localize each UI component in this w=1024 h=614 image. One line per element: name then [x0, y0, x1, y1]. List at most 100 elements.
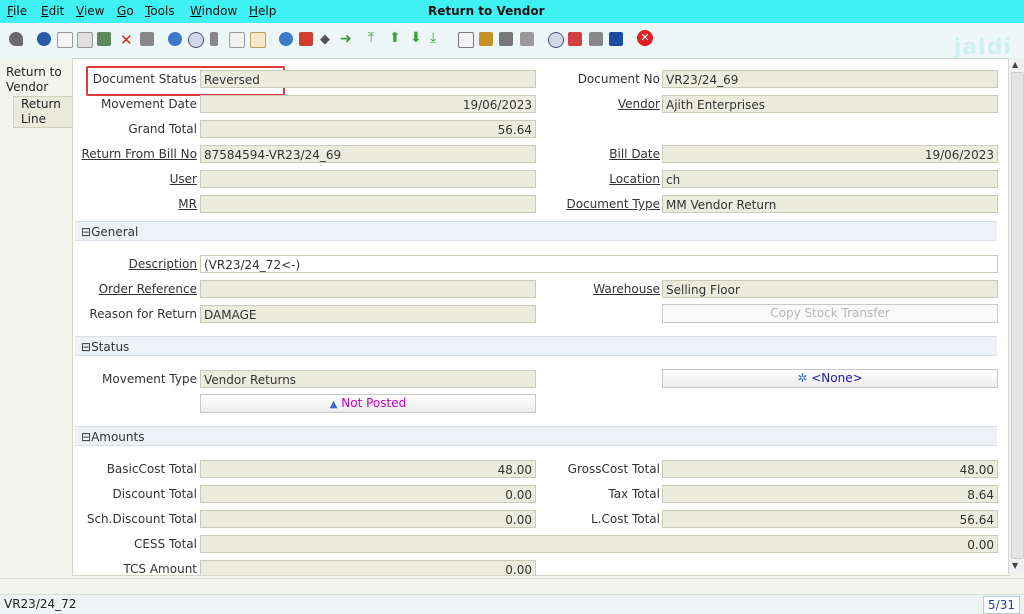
attachment-icon[interactable]: [210, 32, 218, 46]
copy-stock-transfer-button[interactable]: Copy Stock Transfer: [662, 304, 998, 323]
menu-file[interactable]: File: [7, 4, 27, 18]
basic-cost-field: 48.00: [200, 460, 536, 478]
return-from-bill-label: Return From Bill No: [81, 147, 197, 161]
scroll-down-icon[interactable]: ▼: [1012, 561, 1018, 570]
return-from-bill-field[interactable]: 87584594-VR23/24_69: [200, 145, 536, 163]
status-bar: VR23/24_72 5/31: [0, 594, 1024, 614]
movement-date-label: Movement Date: [100, 97, 197, 111]
print-preview-icon[interactable]: [499, 32, 513, 46]
status-section-title: Status: [91, 340, 130, 354]
tcs-field: 0.00: [200, 560, 536, 575]
report-icon[interactable]: [458, 32, 474, 48]
refresh-icon[interactable]: [168, 32, 182, 46]
none-button[interactable]: ✲ <None>: [662, 369, 998, 388]
tab-return-to-vendor[interactable]: Return to Vendor: [6, 65, 68, 95]
home-icon[interactable]: [299, 32, 313, 46]
window-title: Return to Vendor: [428, 4, 545, 18]
lcost-field: 56.64: [662, 510, 998, 528]
help-icon[interactable]: [37, 32, 51, 46]
tcs-label: TCS Amount: [123, 562, 197, 576]
document-no-label: Document No: [577, 72, 660, 86]
menu-help[interactable]: Help: [249, 4, 276, 18]
bill-date-label: Bill Date: [609, 147, 660, 161]
archive-icon[interactable]: [479, 32, 493, 46]
reason-label: Reason for Return: [89, 307, 197, 321]
basic-cost-label: BasicCost Total: [106, 462, 197, 476]
menu-bar: File Edit View Go Tools Window Help Retu…: [0, 0, 1024, 23]
left-tab-panel: Return to Vendor Return Line: [0, 58, 78, 578]
next-icon[interactable]: ➜: [340, 31, 352, 47]
first-record-icon[interactable]: ⤒: [368, 30, 374, 46]
sch-discount-label: Sch.Discount Total: [86, 512, 197, 526]
not-posted-label: Not Posted: [341, 396, 407, 410]
amounts-section-header[interactable]: ⊟Amounts: [75, 426, 997, 446]
document-status-label: Document Status: [92, 72, 197, 86]
document-type-field[interactable]: MM Vendor Return: [662, 195, 998, 213]
new-record-icon[interactable]: [57, 32, 73, 48]
order-reference-field[interactable]: [200, 280, 536, 298]
menu-tools[interactable]: Tools: [145, 4, 175, 18]
translate-icon[interactable]: [609, 32, 623, 46]
warehouse-field[interactable]: Selling Floor: [662, 280, 998, 298]
location-field[interactable]: ch: [662, 170, 998, 188]
description-label: Description: [128, 257, 197, 271]
save-disk-icon[interactable]: [140, 32, 154, 46]
document-status-field: Reversed: [200, 70, 536, 88]
workflow-icon[interactable]: [568, 32, 582, 46]
vendor-label: Vendor: [617, 97, 660, 111]
menu-go[interactable]: Go: [117, 4, 134, 18]
previous-record-icon[interactable]: ⬆: [389, 30, 401, 46]
chat-icon[interactable]: [229, 32, 245, 48]
bill-date-field[interactable]: 19/06/2023: [662, 145, 998, 163]
scroll-up-icon[interactable]: ▲: [1012, 60, 1018, 69]
undo-icon[interactable]: [9, 32, 23, 46]
find-icon[interactable]: [188, 32, 204, 48]
scrollbar-thumb[interactable]: [1011, 72, 1024, 559]
discount-label: Discount Total: [112, 487, 197, 501]
amounts-section-title: Amounts: [91, 430, 145, 444]
tax-field: 8.64: [662, 485, 998, 503]
reason-field[interactable]: DAMAGE: [200, 305, 536, 323]
cess-field: 0.00: [200, 535, 998, 553]
general-section-header[interactable]: ⊟General: [75, 221, 997, 241]
mr-field[interactable]: [200, 195, 536, 213]
vendor-field[interactable]: Ajith Enterprises: [662, 95, 998, 113]
movement-type-field[interactable]: Vendor Returns: [200, 370, 536, 388]
menu-window[interactable]: Window: [190, 4, 237, 18]
exit-icon[interactable]: ✕: [637, 30, 653, 46]
movement-date-field[interactable]: 19/06/2023: [200, 95, 536, 113]
document-no-field[interactable]: VR23/24_69: [662, 70, 998, 88]
vertical-scrollbar[interactable]: ▲ ▼: [1008, 58, 1024, 574]
product-info-icon[interactable]: [589, 32, 603, 46]
gross-cost-field: 48.00: [662, 460, 998, 478]
posting-icon: ▲: [329, 399, 338, 410]
status-section-header[interactable]: ⊟Status: [75, 336, 997, 356]
next-record-icon[interactable]: ⬇: [410, 30, 422, 46]
copy-record-icon[interactable]: [77, 32, 93, 48]
gross-cost-label: GrossCost Total: [567, 462, 660, 476]
lcost-label: L.Cost Total: [590, 512, 660, 526]
toolbar: ✕ ◆ ➜ ⤒ ⬆ ⬇ ⤓ ✕ jaldi: [0, 23, 1024, 60]
none-button-label: <None>: [811, 371, 863, 385]
print-icon[interactable]: [520, 32, 534, 46]
history-icon[interactable]: [250, 32, 266, 48]
zoom-icon[interactable]: [279, 32, 293, 46]
cess-label: CESS Total: [133, 537, 197, 551]
status-message: VR23/24_72: [4, 597, 77, 611]
delete-icon[interactable]: ✕: [120, 31, 133, 49]
document-type-label: Document Type: [566, 197, 660, 211]
save-icon[interactable]: [97, 32, 111, 46]
not-posted-button[interactable]: ▲ Not Posted: [200, 394, 536, 413]
last-record-icon[interactable]: ⤓: [430, 30, 436, 46]
zoom-across-icon[interactable]: [548, 32, 564, 48]
description-field[interactable]: (VR23/24_72<-): [200, 255, 998, 273]
tax-label: Tax Total: [608, 487, 660, 501]
sch-discount-field: 0.00: [200, 510, 536, 528]
previous-icon[interactable]: ◆: [320, 32, 330, 47]
record-counter[interactable]: 5/31: [983, 596, 1020, 614]
tab-return-line[interactable]: Return Line: [13, 96, 78, 128]
bottom-divider: [0, 578, 1024, 592]
user-field[interactable]: [200, 170, 536, 188]
menu-view[interactable]: View: [76, 4, 104, 18]
menu-edit[interactable]: Edit: [41, 4, 64, 18]
